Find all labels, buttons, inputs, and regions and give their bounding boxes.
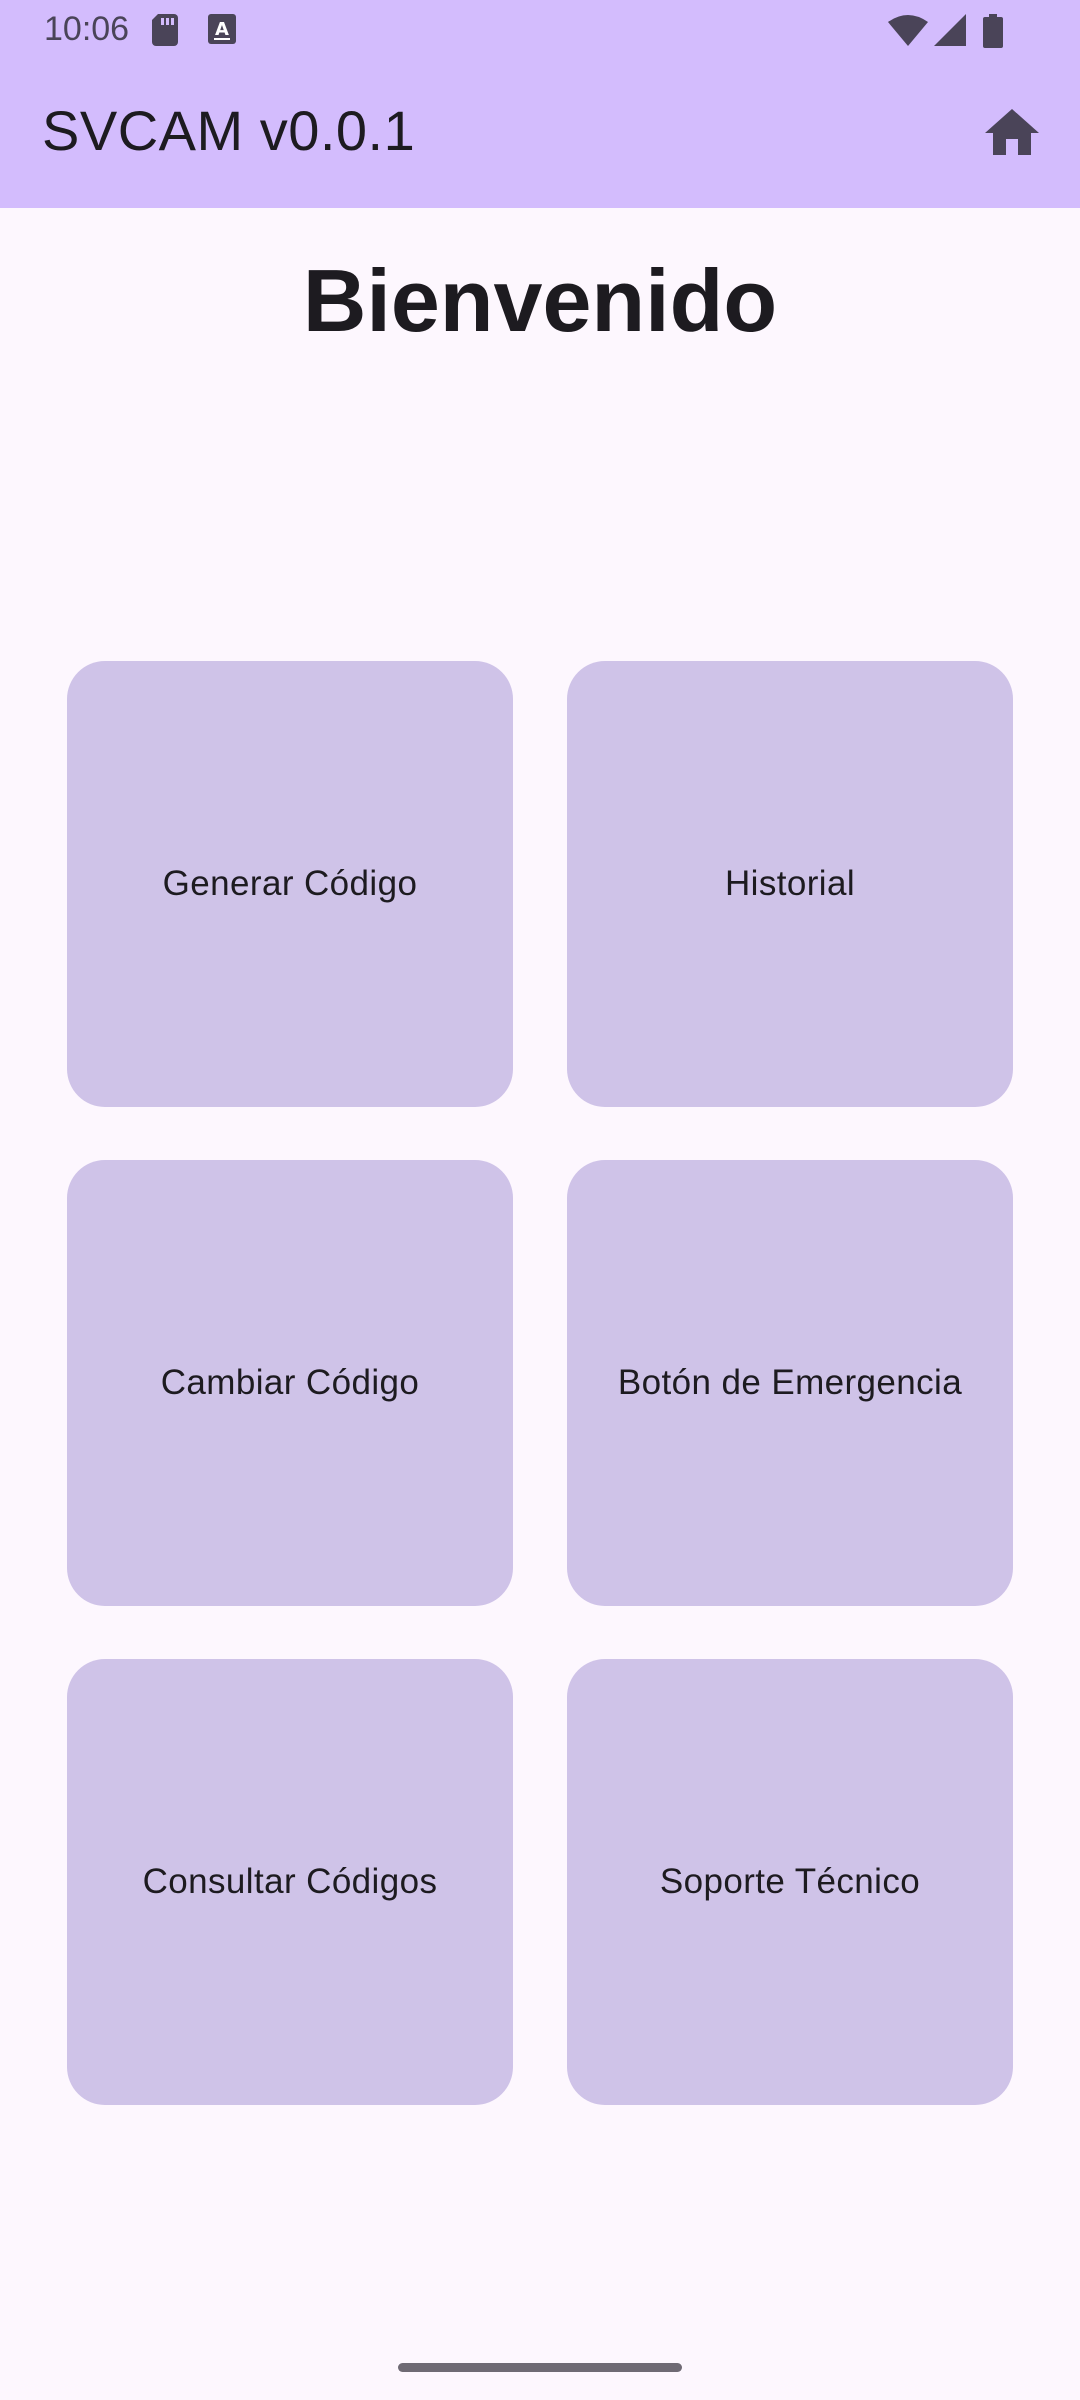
app-title: SVCAM v0.0.1 <box>42 99 416 162</box>
change-code-button[interactable]: Cambiar Código <box>67 1160 513 1606</box>
battery-icon <box>983 14 1003 53</box>
emergency-button[interactable]: Botón de Emergencia <box>567 1160 1013 1606</box>
status-time: 10:06 <box>44 10 130 48</box>
gesture-nav-handle[interactable] <box>398 2363 682 2372</box>
signal-icon <box>934 14 966 51</box>
status-bar: 10:06 A <box>0 0 1080 62</box>
menu-grid: Generar Código Historial Cambiar Código … <box>67 661 1013 2105</box>
sd-card-icon <box>152 14 178 51</box>
keyboard-a-icon: A <box>208 14 236 49</box>
history-button[interactable]: Historial <box>567 661 1013 1107</box>
page-title: Bienvenido <box>302 251 778 350</box>
home-icon <box>985 108 1039 160</box>
app-bar: SVCAM v0.0.1 <box>0 62 1080 208</box>
tech-support-button[interactable]: Soporte Técnico <box>567 1659 1013 2105</box>
svg-text:A: A <box>215 19 229 40</box>
home-button[interactable] <box>980 102 1044 166</box>
consult-codes-button[interactable]: Consultar Códigos <box>67 1659 513 2105</box>
generate-code-button[interactable]: Generar Código <box>67 661 513 1107</box>
wifi-icon <box>888 14 928 51</box>
